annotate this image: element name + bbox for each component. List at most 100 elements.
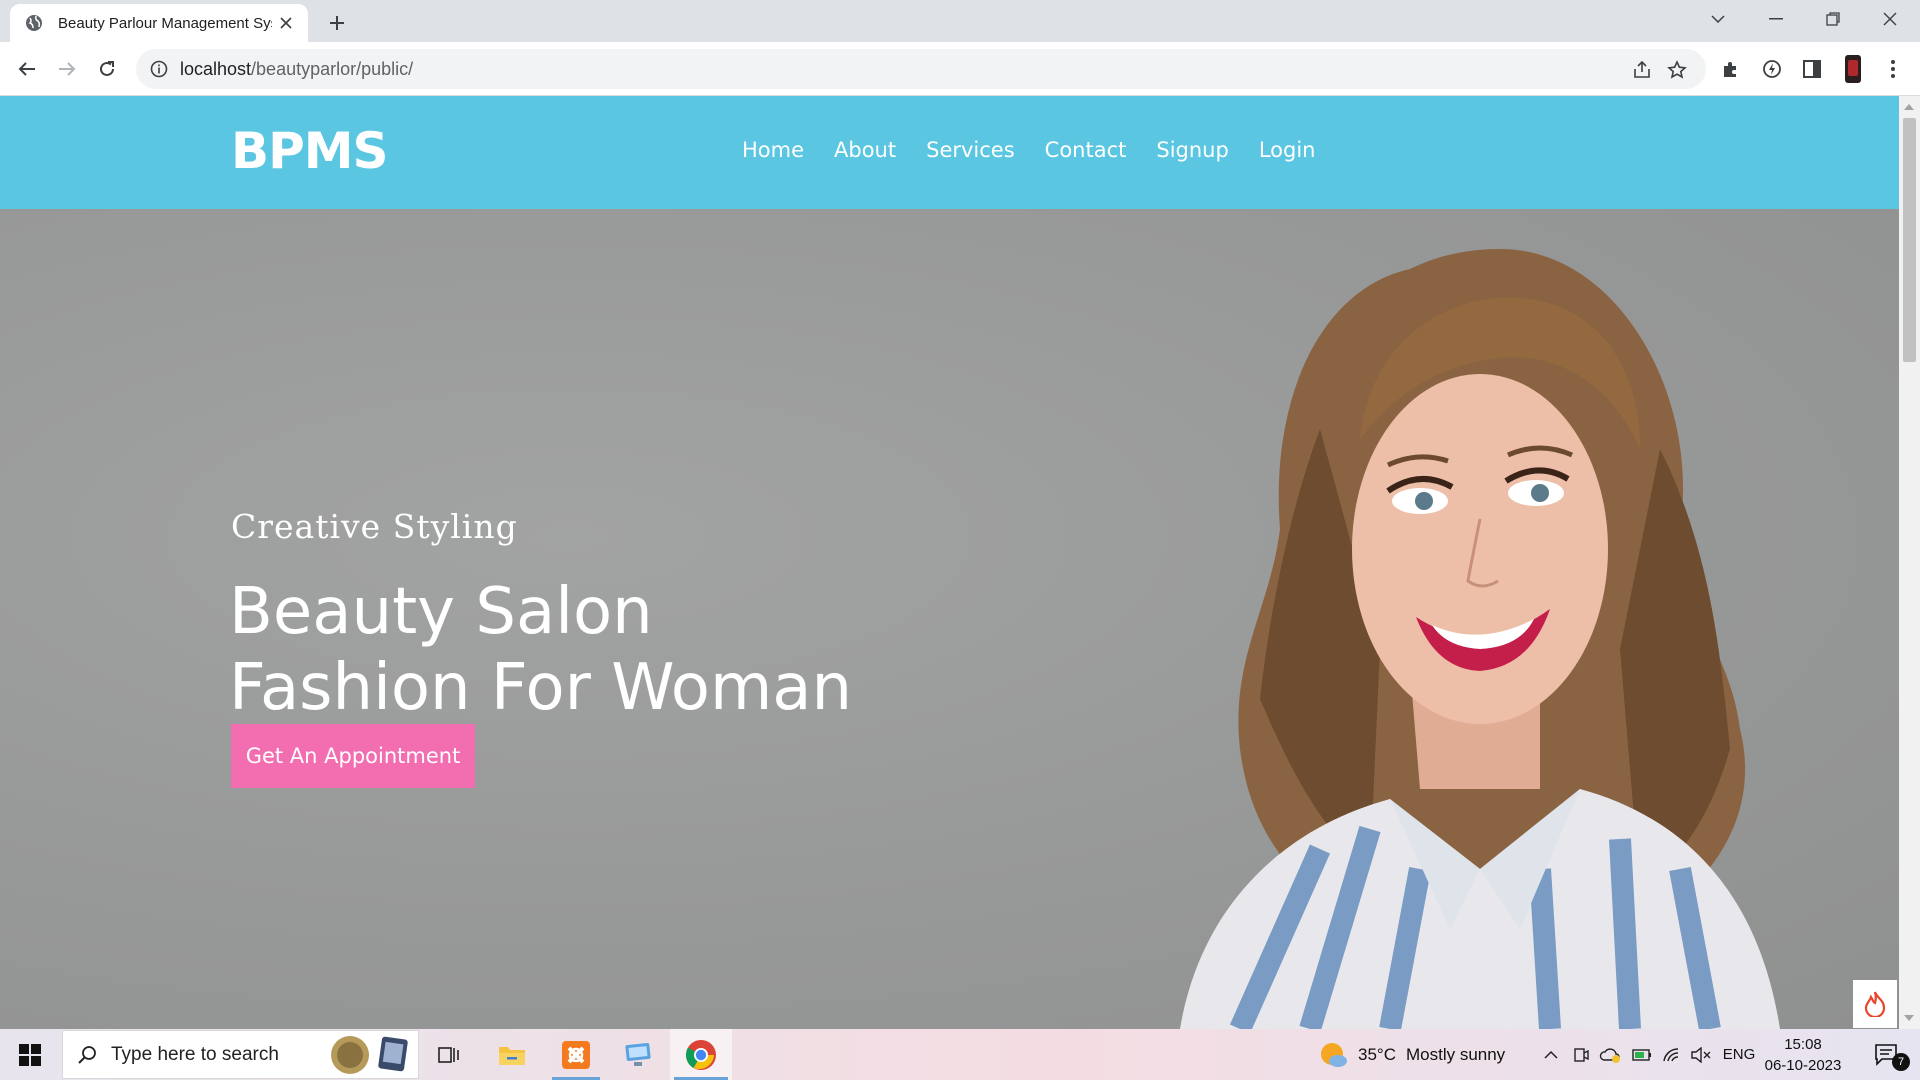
battery-icon (1632, 1048, 1651, 1061)
minimize-icon (1769, 18, 1783, 20)
globe-icon (24, 13, 44, 33)
get-appointment-button[interactable]: Get An Appointment (231, 724, 475, 788)
plus-icon (330, 16, 344, 30)
side-panel-button[interactable] (1796, 53, 1828, 85)
url-host: localhost (180, 58, 252, 79)
weather-widget[interactable]: 35°C Mostly sunny (1318, 1029, 1518, 1080)
chrome-icon (685, 1039, 716, 1070)
url-text[interactable]: localhost/beautyparlor/public/ (180, 59, 413, 80)
page-viewport: BPMS Home About Services Contact Signup … (0, 96, 1899, 1029)
clock[interactable]: 15:08 06-10-2023 (1764, 1034, 1842, 1076)
reload-icon (100, 61, 114, 76)
network-button[interactable] (1658, 1029, 1686, 1080)
search-placeholder: Type here to search (111, 1043, 279, 1065)
battery-button[interactable] (1628, 1029, 1656, 1080)
hero-headline-line2: Fashion For Woman (229, 651, 853, 725)
language-text: ENG (1722, 1046, 1756, 1063)
close-icon (1883, 12, 1897, 26)
chrome-button[interactable] (670, 1029, 732, 1080)
flame-icon (1864, 991, 1886, 1017)
scrollbar-thumb[interactable] (1903, 118, 1916, 362)
nav-home[interactable]: Home (742, 138, 804, 162)
wifi-icon (1663, 1047, 1679, 1061)
clock-date: 06-10-2023 (1764, 1057, 1842, 1074)
puzzle-icon (1724, 62, 1736, 77)
site-header: BPMS Home About Services Contact Signup … (0, 96, 1899, 209)
meet-now-button[interactable] (1568, 1029, 1594, 1080)
chevron-up-icon (1544, 1050, 1558, 1059)
browser-toolbar: localhost/beautyparlor/public/ (0, 42, 1920, 96)
notification-count-badge: 7 (1892, 1053, 1910, 1071)
onedrive-button[interactable] (1596, 1029, 1624, 1080)
address-bar[interactable]: localhost/beautyparlor/public/ (136, 49, 1706, 89)
tray-overflow-button[interactable] (1538, 1029, 1564, 1080)
remote-desktop-icon (625, 1042, 651, 1066)
task-view-button[interactable] (426, 1029, 472, 1080)
browser-tab[interactable]: Beauty Parlour Management Sys (10, 4, 308, 42)
nav-signup[interactable]: Signup (1156, 138, 1228, 162)
star-icon[interactable] (1666, 59, 1688, 81)
file-explorer-icon (499, 1046, 525, 1065)
kebab-menu-icon (1891, 60, 1895, 78)
meet-icon (1574, 1047, 1589, 1062)
flame-widget-button[interactable] (1853, 980, 1897, 1028)
sidebar-icon (1803, 60, 1821, 78)
extension-icon (1763, 60, 1781, 78)
close-icon[interactable] (276, 13, 296, 33)
nav-about[interactable]: About (834, 138, 896, 162)
notification-center-button[interactable]: 7 (1862, 1029, 1912, 1080)
cloud-icon (1599, 1047, 1620, 1063)
tab-search-button[interactable] (1690, 0, 1746, 38)
back-button[interactable] (11, 53, 43, 85)
profile-avatar[interactable] (1837, 53, 1869, 85)
nav-services[interactable]: Services (926, 138, 1015, 162)
volume-button[interactable] (1688, 1029, 1714, 1080)
hero-tagline: Creative Styling (231, 507, 518, 546)
chevron-down-icon (1711, 15, 1725, 23)
forward-button[interactable] (51, 53, 83, 85)
taskbar-search-box[interactable]: Type here to search (62, 1030, 419, 1079)
weather-sun-icon (1321, 1042, 1347, 1067)
xampp-button[interactable] (550, 1029, 602, 1080)
task-view-icon (438, 1046, 459, 1063)
windows-start-icon (19, 1043, 41, 1066)
weather-temp: 35°C (1358, 1044, 1396, 1064)
minimize-button[interactable] (1748, 0, 1804, 38)
scroll-up-arrow-icon[interactable] (1904, 104, 1914, 110)
site-logo[interactable]: BPMS (231, 122, 389, 180)
clock-time: 15:08 (1784, 1036, 1822, 1053)
search-highlight-image (331, 1036, 408, 1074)
reload-button[interactable] (91, 53, 123, 85)
browser-menu-button[interactable] (1877, 53, 1909, 85)
start-button[interactable] (0, 1029, 60, 1080)
hero-banner: Creative Styling Beauty Salon Fashion Fo… (0, 209, 1899, 1029)
search-icon (78, 1045, 96, 1064)
tab-strip: Beauty Parlour Management Sys (0, 0, 1920, 42)
share-icon[interactable] (1631, 59, 1653, 81)
extension-button[interactable] (1756, 53, 1788, 85)
hero-headline-line1: Beauty Salon (229, 575, 653, 649)
window-close-button[interactable] (1862, 0, 1918, 38)
windows-taskbar: Type here to search 35°C Mostly sunny EN… (0, 1029, 1920, 1080)
nav-login[interactable]: Login (1259, 138, 1316, 162)
main-nav: Home About Services Contact Signup Login (742, 138, 1315, 162)
new-tab-button[interactable] (323, 9, 351, 37)
back-arrow-icon (18, 62, 35, 76)
page-scrollbar[interactable] (1899, 96, 1920, 1029)
tab-title: Beauty Parlour Management Sys (58, 14, 272, 32)
scroll-down-arrow-icon[interactable] (1904, 1015, 1914, 1021)
restore-button[interactable] (1805, 0, 1861, 38)
url-path: /beautyparlor/public/ (251, 58, 414, 79)
file-explorer-button[interactable] (486, 1029, 538, 1080)
nav-contact[interactable]: Contact (1045, 138, 1127, 162)
language-indicator[interactable]: ENG (1718, 1029, 1760, 1080)
remote-desktop-button[interactable] (612, 1029, 664, 1080)
weather-text: Mostly sunny (1405, 1044, 1506, 1064)
hero-headline: Beauty Salon Fashion For Woman (229, 574, 852, 726)
restore-icon (1826, 12, 1840, 26)
xampp-icon (562, 1040, 590, 1069)
extensions-button[interactable] (1715, 53, 1747, 85)
info-icon[interactable] (148, 58, 170, 80)
speaker-muted-icon (1691, 1046, 1711, 1063)
hero-model-photo (1180, 249, 1780, 1029)
